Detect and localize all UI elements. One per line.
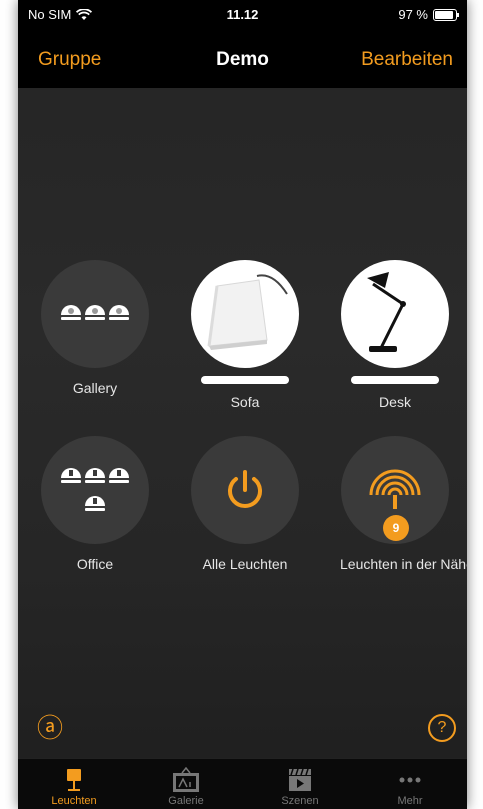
tile-nearby-lights-circle[interactable]: 9 xyxy=(341,436,449,544)
account-icon[interactable]: ⓐ xyxy=(37,713,63,743)
group-button[interactable]: Gruppe xyxy=(38,49,101,71)
tile-all-lights[interactable]: Alle Leuchten xyxy=(190,436,300,572)
tile-sofa-circle[interactable] xyxy=(191,260,299,368)
tile-gallery[interactable]: Gallery xyxy=(40,260,150,396)
tab-gallery-label: Galerie xyxy=(168,795,204,807)
tile-office-label: Office xyxy=(76,556,114,572)
tab-scenes[interactable]: Szenen xyxy=(250,765,350,807)
help-icon[interactable]: ? xyxy=(428,714,456,742)
tile-office[interactable]: Office xyxy=(40,436,150,572)
tile-desk[interactable]: Desk xyxy=(340,260,450,410)
power-icon xyxy=(228,470,262,508)
tile-desk-brightness-bar xyxy=(351,376,439,384)
three-bulbs-icon xyxy=(61,305,129,320)
battery-icon xyxy=(433,8,459,21)
tile-nearby-lights-label: Leuchten in der Nähe xyxy=(340,556,467,572)
tile-nearby-lights[interactable]: 9 Leuchten in der Nähe xyxy=(340,436,467,572)
tile-desk-label: Desk xyxy=(379,394,411,410)
tab-lights[interactable]: Leuchten xyxy=(24,765,124,807)
tab-more[interactable]: Mehr xyxy=(360,765,460,807)
more-icon xyxy=(399,777,421,783)
navigation-bar: Gruppe Demo Bearbeiten xyxy=(18,30,467,88)
tile-sofa[interactable]: Sofa xyxy=(190,260,300,410)
tile-desk-circle[interactable] xyxy=(341,260,449,368)
desk-lamp-image xyxy=(367,272,406,352)
tab-scenes-label: Szenen xyxy=(281,795,319,807)
tab-bar: Leuchten Galerie Szenen Mehr xyxy=(18,758,467,809)
tab-lights-label: Leuchten xyxy=(51,795,97,807)
tile-sofa-brightness-bar xyxy=(201,376,289,384)
tile-office-circle[interactable] xyxy=(41,436,149,544)
lamp-icon xyxy=(67,769,81,791)
tile-all-lights-label: Alle Leuchten xyxy=(202,556,288,572)
battery-percent: 97 % xyxy=(398,7,428,22)
phone-screen: No SIM 11.12 97 % Gruppe Demo Bearbeiten xyxy=(18,0,467,809)
tile-sofa-label: Sofa xyxy=(230,394,260,410)
four-bulbs-icon xyxy=(61,468,129,511)
clapper-icon xyxy=(289,768,311,791)
tile-all-lights-circle[interactable] xyxy=(191,436,299,544)
nearby-count-badge: 9 xyxy=(383,515,409,541)
tile-gallery-label: Gallery xyxy=(72,380,118,396)
tile-gallery-circle[interactable] xyxy=(41,260,149,368)
edit-button[interactable]: Bearbeiten xyxy=(361,49,453,71)
nearby-signal-icon xyxy=(369,469,421,509)
tab-more-label: Mehr xyxy=(397,795,423,807)
sofa-lamp-image xyxy=(207,274,288,350)
tab-gallery[interactable]: Galerie xyxy=(136,765,236,807)
picture-icon xyxy=(173,767,199,792)
status-bar: No SIM 11.12 97 % xyxy=(18,0,467,30)
